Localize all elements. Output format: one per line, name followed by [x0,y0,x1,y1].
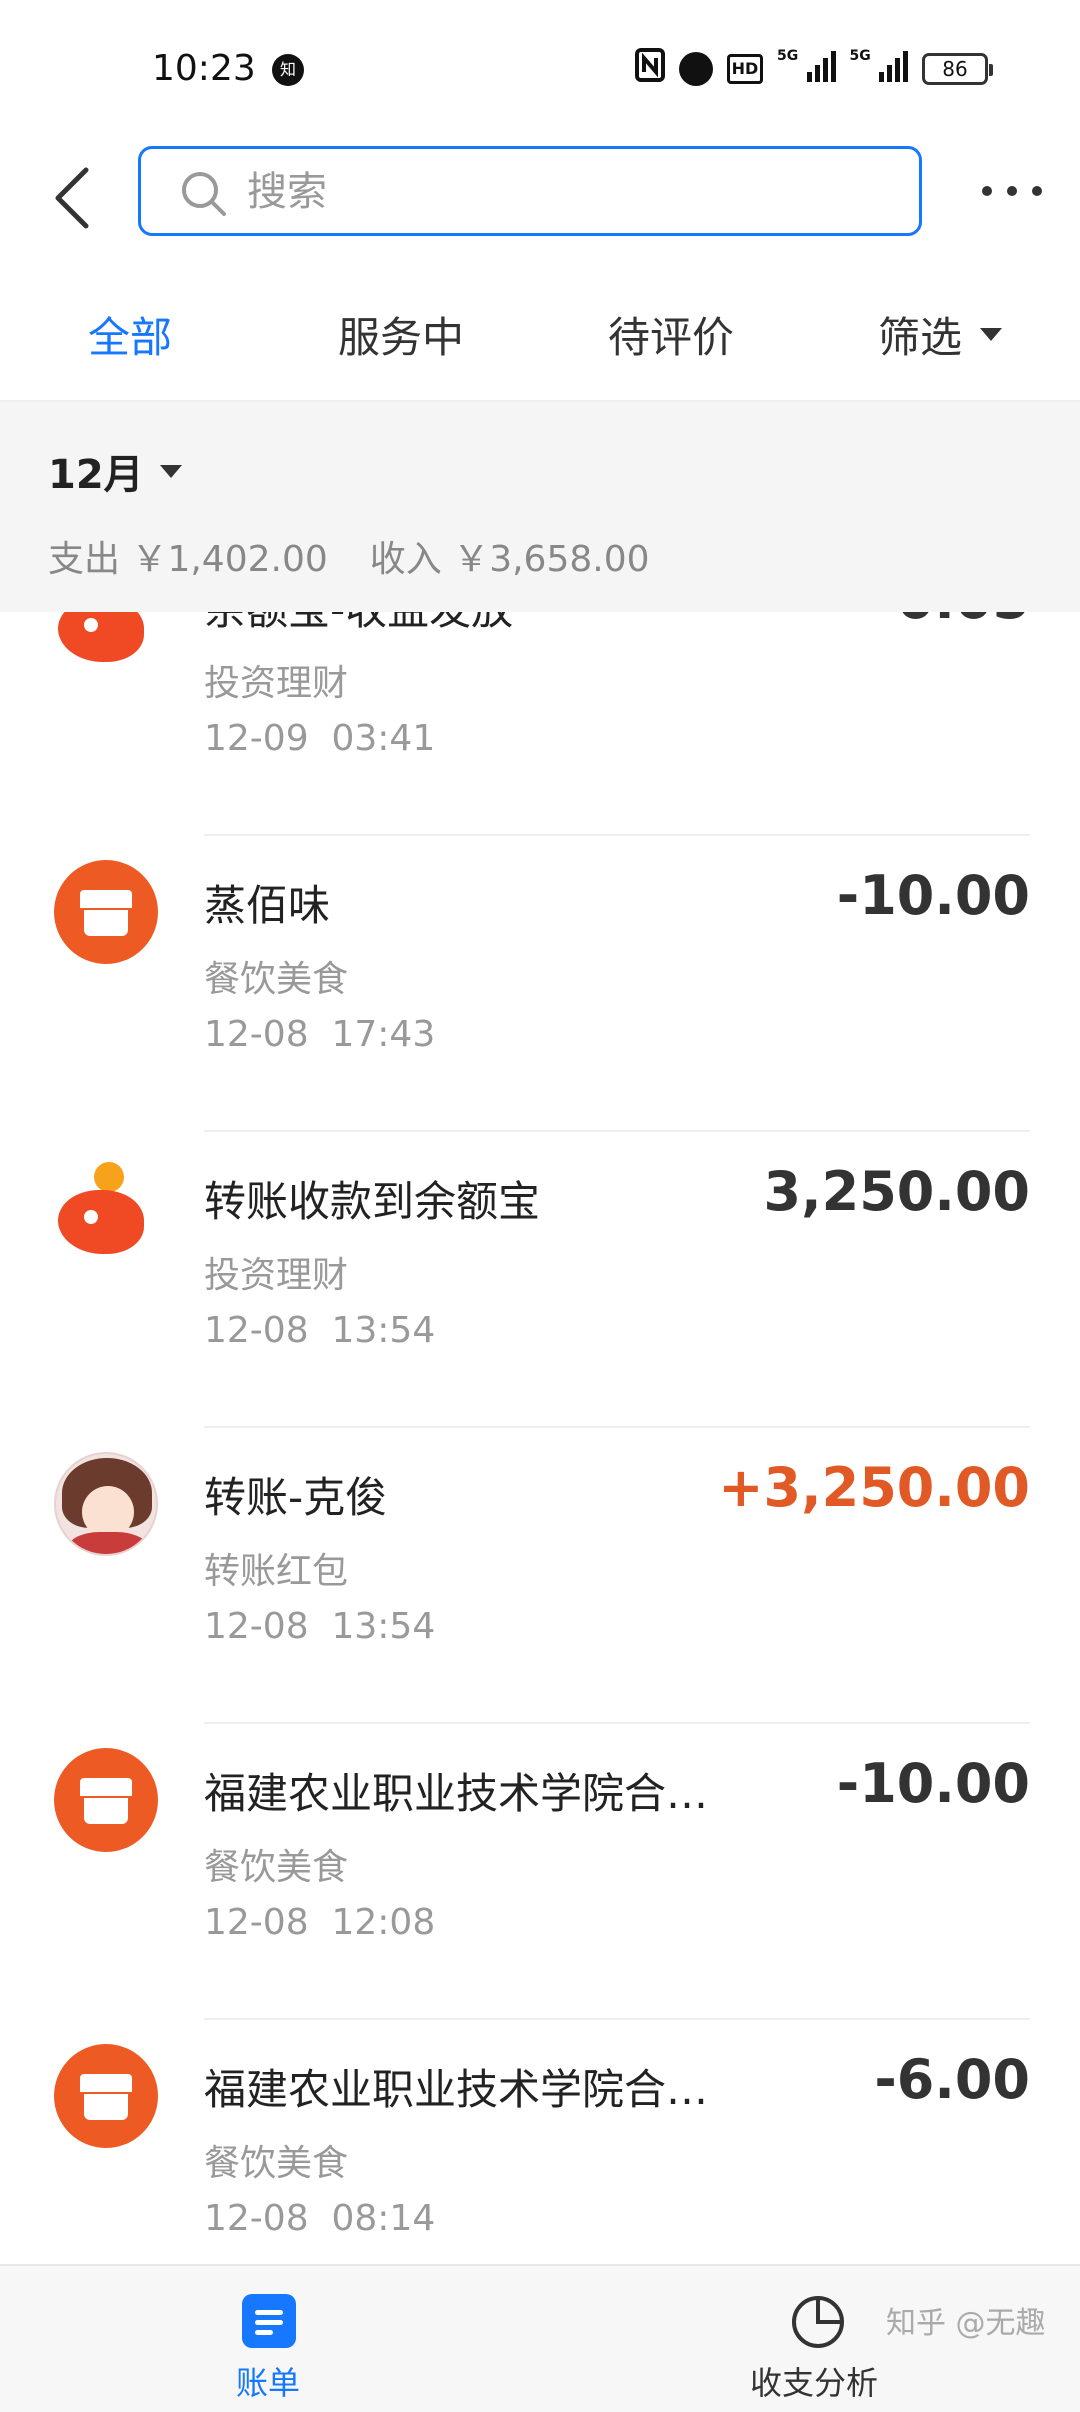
transaction-title: 转账收款到余额宝 [204,1177,541,1226]
nav-analysis-label: 收支分析 [750,2364,879,2402]
transaction-list: 余额宝-收益发放投资理财 12-09 03:41 0.05 蒸佰味餐饮美食 12-08 … [0,612,1080,2264]
search-input[interactable] [247,163,847,221]
transaction-amount: -10.00 [836,864,1030,927]
store-icon [54,1748,158,1852]
alarm-icon [679,51,713,86]
transaction-time: 12-08 17:43 [204,1014,436,1055]
header [0,140,1080,260]
transaction-category: 餐饮美食 [204,959,349,1000]
status-time: 10:23 [152,48,256,89]
filter-caret-icon [980,328,1003,341]
avatar-icon [54,1452,158,1556]
transaction-title: 余额宝-收益发放 [204,612,513,637]
tab-filter[interactable]: 筛选 [878,304,1003,365]
transaction-amount: -6.00 [874,2048,1030,2111]
transaction-row[interactable]: 福建农业职业技术学院合… 餐饮美食 12-08 08:14 -6.00 [0,2020,1080,2264]
filter-tabs: 全部 服务中 待评价 筛选 [0,260,1080,400]
more-icon[interactable] [982,176,1042,206]
store-icon [54,860,158,964]
transaction-amount: +3,250.00 [718,1456,1030,1519]
signal-5g-icon-2: 5G [850,48,908,89]
transaction-title: 福建农业职业技术学院合… [204,1769,709,1818]
transaction-row[interactable]: 福建农业职业技术学院合… 餐饮美食 12-08 12:08 -10.00 [0,1724,1080,2020]
transaction-category: 投资理财 [204,663,349,704]
transaction-title: 蒸佰味 [204,881,331,930]
transaction-category: 餐饮美食 [204,2143,349,2184]
tab-in-service[interactable]: 服务中 [338,304,464,365]
month-caret-icon [159,464,182,478]
transaction-time: 12-09 03:41 [204,718,436,759]
transaction-amount: 3,250.00 [763,1160,1030,1223]
expense-total: 支出 ￥1,402.00 [48,539,328,580]
transaction-row[interactable]: 转账-克俊转账红包 12-08 13:54 +3,250.00 [0,1428,1080,1724]
transaction-amount: -10.00 [836,1752,1030,1815]
month-selector[interactable]: 12月 [48,442,182,500]
signal-5g-icon: 5G [777,48,836,89]
transaction-category: 投资理财 [204,1255,349,1296]
transaction-category: 餐饮美食 [204,1847,349,1888]
transaction-title: 福建农业职业技术学院合… [204,2065,709,2114]
month-label: 12月 [48,452,144,498]
zhihu-notification-icon: 知 [272,54,304,86]
tab-to-review[interactable]: 待评价 [608,304,734,365]
transaction-time: 12-08 13:54 [204,1310,436,1351]
transaction-title: 转账-克俊 [204,1473,388,1522]
filter-label: 筛选 [878,313,963,362]
month-totals: 支出 ￥1,402.00 收入 ￥3,658.00 [48,530,650,582]
status-bar: 10:23 知 HD 5G 5G 86 [0,0,1080,140]
nfc-icon [635,48,665,89]
transaction-time: 12-08 12:08 [204,1902,436,1943]
hd-icon: HD [727,53,763,84]
search-box[interactable] [138,146,922,236]
transaction-category: 转账红包 [204,1551,349,1592]
pie-chart-icon [790,2294,846,2350]
tab-all[interactable]: 全部 [88,304,172,365]
nav-bills-label: 账单 [236,2364,301,2402]
back-arrow-icon[interactable] [46,162,106,234]
month-summary: 12月 支出 ￥1,402.00 收入 ￥3,658.00 [0,400,1080,612]
transaction-amount: 0.05 [897,612,1030,631]
income-total: 收入 ￥3,658.00 [369,539,650,580]
transaction-time: 12-08 08:14 [204,2198,436,2239]
store-icon [54,2044,158,2148]
transaction-row[interactable]: 转账收款到余额宝投资理财 12-08 13:54 3,250.00 [0,1132,1080,1428]
battery-icon: 86 [922,52,993,85]
nav-bills[interactable]: 账单 [210,2266,330,2412]
yuebao-icon [54,612,158,668]
watermark: 知乎 @无趣 [886,2306,1046,2341]
transaction-row[interactable]: 蒸佰味餐饮美食 12-08 17:43 -10.00 [0,836,1080,1132]
status-icons: HD 5G 5G 86 [635,48,993,89]
transaction-row[interactable]: 余额宝-收益发放投资理财 12-09 03:41 0.05 [0,612,1080,836]
nav-analysis[interactable]: 收支分析 [740,2266,900,2412]
transaction-time: 12-08 13:54 [204,1606,436,1647]
search-icon [179,169,229,219]
yuebao-icon [54,1156,158,1260]
bills-icon [242,2294,296,2348]
